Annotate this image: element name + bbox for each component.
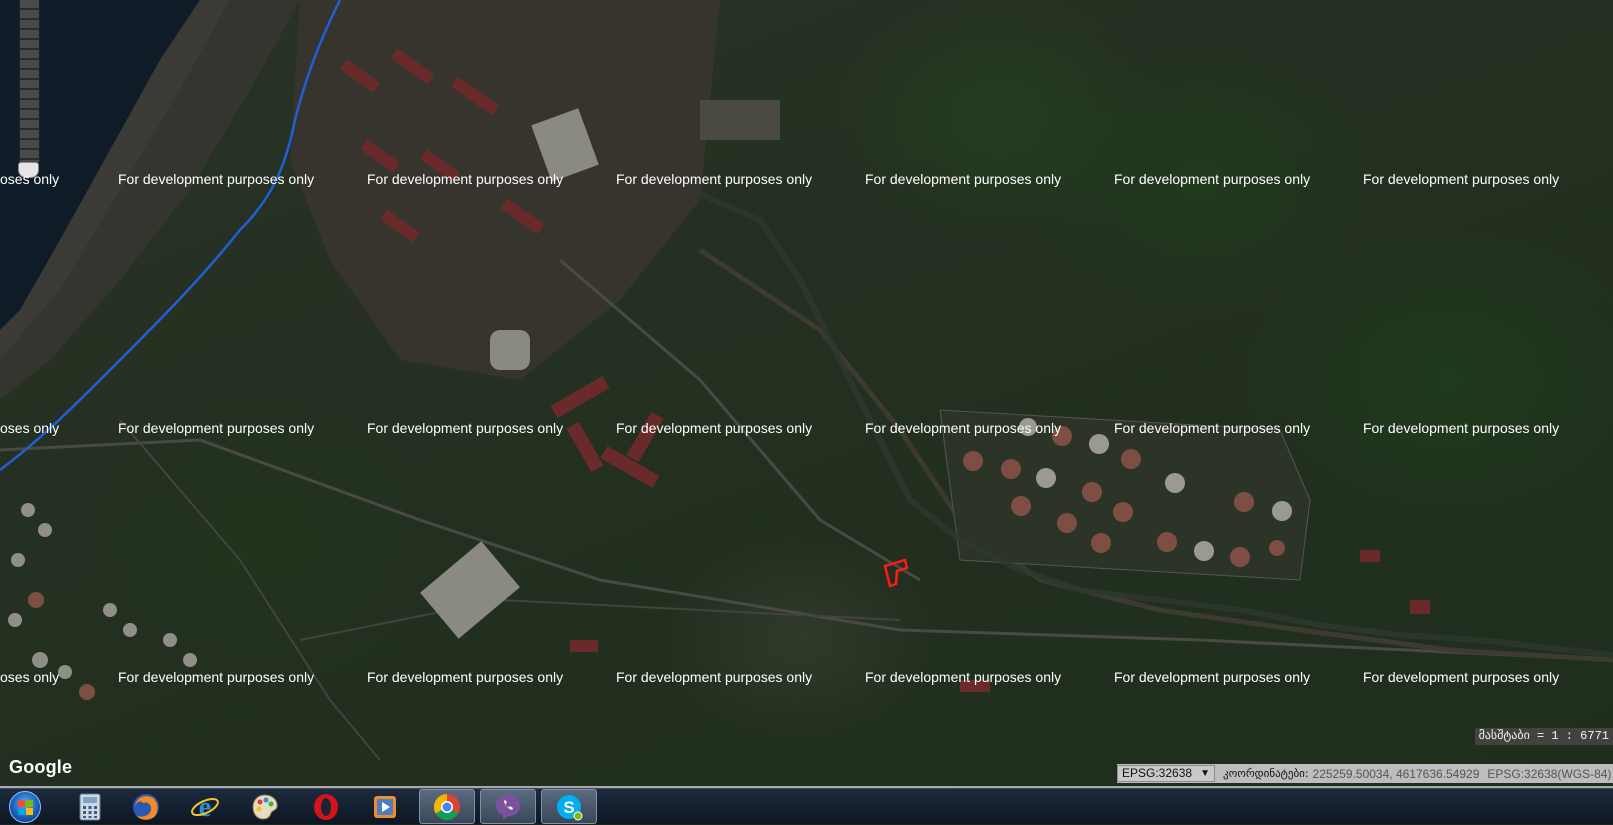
- svg-text:S: S: [563, 798, 574, 817]
- watermark: For development purposes only: [1114, 669, 1311, 685]
- watermark: For development purposes only: [1363, 669, 1560, 685]
- crs-select[interactable]: EPSG:32638 ▼: [1117, 765, 1215, 782]
- watermark: For development purposes only: [1114, 171, 1311, 187]
- watermark: For development purposes only: [367, 171, 564, 187]
- crs-note: EPSG:32638(WGS-84): [1487, 766, 1612, 781]
- coordinate-bar: EPSG:32638 ▼ კოორდინატები: 225259.50034,…: [1117, 764, 1613, 783]
- taskbar: e S: [0, 788, 1613, 824]
- highlighted-parcel: [883, 558, 909, 588]
- watermark: oses only: [0, 420, 60, 436]
- taskbar-skype[interactable]: S: [541, 789, 597, 824]
- firefox-icon: [133, 794, 159, 820]
- skype-icon: S: [557, 794, 583, 820]
- watermark: For development purposes only: [118, 669, 315, 685]
- svg-text:e: e: [199, 792, 211, 822]
- zoom-slider[interactable]: [18, 0, 40, 180]
- start-button[interactable]: [0, 789, 50, 825]
- taskbar-calculator[interactable]: [62, 789, 118, 825]
- watermark: For development purposes only: [367, 420, 564, 436]
- coordinates-label: კოორდინატები:: [1222, 767, 1309, 780]
- map-view[interactable]: oses only For development purposes only …: [0, 0, 1613, 786]
- watermark: For development purposes only: [1363, 420, 1560, 436]
- taskbar-internet-explorer[interactable]: e: [177, 789, 233, 825]
- coordinates-value: 225259.50034, 4617636.54929: [1312, 766, 1480, 781]
- media-player-icon: [374, 796, 396, 818]
- opera-icon: [314, 794, 338, 820]
- taskbar-paint[interactable]: [237, 789, 293, 825]
- watermark: For development purposes only: [865, 420, 1062, 436]
- taskbar-chrome[interactable]: [419, 789, 475, 824]
- watermark: oses only: [0, 669, 60, 685]
- watermark: For development purposes only: [1363, 171, 1560, 187]
- watermark: For development purposes only: [616, 420, 813, 436]
- chevron-down-icon: ▼: [1200, 768, 1210, 779]
- watermark: For development purposes only: [616, 171, 813, 187]
- paint-palette-icon: [252, 794, 278, 820]
- viber-icon: [496, 794, 520, 820]
- watermark: For development purposes only: [118, 171, 315, 187]
- google-logo: Google: [9, 757, 73, 777]
- watermark: oses only: [0, 171, 60, 187]
- taskbar-opera[interactable]: [298, 789, 354, 825]
- crs-selected-value: EPSG:32638: [1122, 766, 1193, 780]
- calculator-icon: [79, 793, 101, 821]
- taskbar-firefox[interactable]: [118, 789, 174, 825]
- chrome-icon: [433, 793, 460, 820]
- windows-orb-icon: [9, 791, 41, 823]
- taskbar-media-player[interactable]: [357, 789, 413, 825]
- taskbar-viber[interactable]: [480, 789, 536, 824]
- watermark: For development purposes only: [865, 669, 1062, 685]
- watermark: For development purposes only: [1114, 420, 1311, 436]
- map-scale: მასშტაბი = 1 : 6771: [1474, 728, 1613, 745]
- zoom-track[interactable]: [19, 0, 40, 162]
- watermark: For development purposes only: [865, 171, 1062, 187]
- watermark: For development purposes only: [616, 669, 813, 685]
- internet-explorer-icon: e: [191, 792, 219, 822]
- watermark: For development purposes only: [367, 669, 564, 685]
- watermark: For development purposes only: [118, 420, 315, 436]
